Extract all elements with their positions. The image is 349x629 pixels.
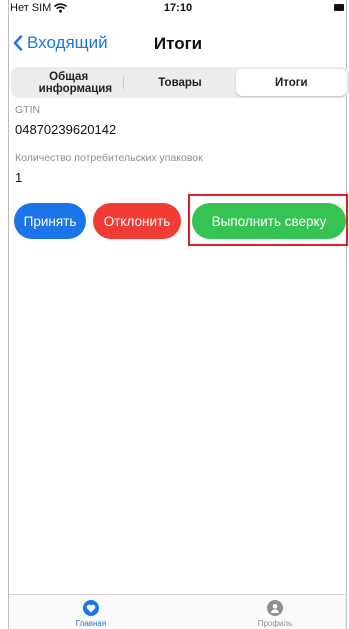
tab-home-label: Главная — [75, 619, 107, 628]
navigation-bar: Входящий Итоги — [10, 28, 346, 58]
tab-general-info[interactable]: Общая информация — [13, 69, 125, 96]
segmented-control: Общая информация Товары Итоги — [11, 67, 349, 98]
tab-totals[interactable]: Итоги — [235, 69, 347, 96]
tab-goods[interactable]: Товары — [124, 69, 235, 96]
packages-count-label: Количество потребительских упаковок — [15, 152, 203, 164]
accept-button[interactable]: Принять — [14, 203, 86, 239]
tab-goods-label: Товары — [158, 76, 202, 89]
page-title: Итоги — [153, 34, 203, 53]
tab-general-info-label: Общая информация — [38, 70, 113, 95]
gtin-value: 04870239620142 — [15, 122, 117, 137]
tab-profile-label: Профиль — [257, 619, 293, 628]
heart-icon — [83, 600, 99, 616]
tab-totals-label: Итоги — [275, 76, 308, 89]
gtin-label: GTIN — [15, 104, 41, 116]
left-border — [8, 0, 9, 629]
tab-home[interactable]: Главная — [51, 600, 131, 628]
reject-button[interactable]: Отклонить — [93, 203, 181, 239]
tab-profile[interactable]: Профиль — [235, 600, 315, 628]
battery-icon — [334, 4, 344, 11]
highlight-frame — [188, 194, 348, 246]
user-icon — [267, 600, 283, 616]
tab-bar: Главная Профиль — [9, 594, 346, 629]
status-bar: Нет SIM 17:10 — [10, 0, 346, 16]
app-screen: Нет SIM 17:10 Входящий Итоги Общая инфор… — [0, 0, 349, 629]
clock: 17:10 — [163, 2, 193, 14]
packages-count-value: 1 — [15, 170, 23, 185]
